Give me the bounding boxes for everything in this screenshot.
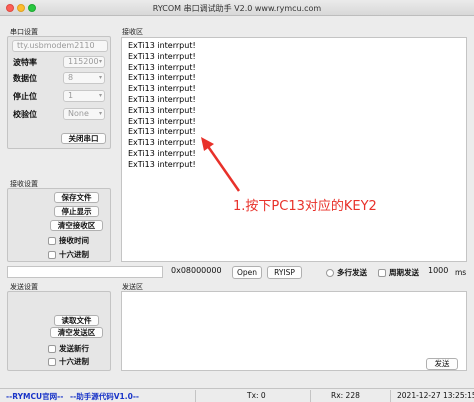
stop-display-button[interactable]: 停止显示 xyxy=(54,206,99,217)
send-textarea[interactable]: 发送 xyxy=(121,291,467,371)
receive-line: ExTi13 interrput! xyxy=(128,105,196,115)
period-unit: ms xyxy=(455,268,467,277)
receive-line: ExTi13 interrput! xyxy=(128,51,196,61)
chevron-down-icon: ▾ xyxy=(98,58,102,65)
receive-hex-checkbox[interactable]: 十六进制 xyxy=(48,249,89,260)
close-port-button[interactable]: 关闭串口 xyxy=(61,133,106,144)
baud-label: 波特率 xyxy=(13,58,37,67)
receive-line: ExTi13 interrput! xyxy=(128,94,196,104)
receive-line: ExTi13 interrput! xyxy=(128,116,196,126)
window-title: RYCOM 串口调试助手 V2.0 www.rymcu.com xyxy=(152,4,322,13)
status-bar: --RYMCU官网-- --助手源代码V1.0-- Tx: 0 Rx: 228 … xyxy=(0,388,474,402)
source-code-link[interactable]: --助手源代码V1.0-- xyxy=(70,391,139,402)
receive-line: ExTi13 interrput! xyxy=(128,148,196,158)
send-hex-checkbox[interactable]: 十六进制 xyxy=(48,356,89,367)
serial-settings-panel: tty.usbmodem2110 波特率 115200 ▾ 数据位 8 ▾ 停止位 … xyxy=(7,36,111,149)
periodic-send-checkbox[interactable]: 周期发送 xyxy=(378,267,419,278)
receive-line: ExTi13 interrput! xyxy=(128,62,196,72)
window-titlebar: RYCOM 串口调试助手 V2.0 www.rymcu.com xyxy=(0,0,474,16)
receive-line: ExTi13 interrput! xyxy=(128,127,196,137)
receive-textarea[interactable]: ExTi13 interrput! ExTi13 interrput! ExTi13… xyxy=(121,37,467,262)
receive-settings-panel: 保存文件 停止显示 清空接收区 接收时间 十六进制 xyxy=(7,188,111,262)
receive-line: ExTi13 interrput! xyxy=(128,84,196,94)
send-newline-checkbox[interactable]: 发送新行 xyxy=(48,343,89,354)
receive-line: ExTi13 interrput! xyxy=(128,73,196,83)
multi-send-radio[interactable]: 多行发送 xyxy=(326,267,367,278)
rx-count: Rx: 228 xyxy=(331,391,360,400)
open-button[interactable]: Open xyxy=(232,266,262,279)
receive-time-checkbox[interactable]: 接收时间 xyxy=(48,235,89,246)
receive-area-label: 接收区 xyxy=(122,28,143,36)
data-bits-select[interactable]: 8 ▾ xyxy=(63,72,105,84)
receive-line: ExTi13 interrput! xyxy=(128,41,196,50)
stop-bits-select[interactable]: 1 ▾ xyxy=(63,90,105,102)
data-bits-label: 数据位 xyxy=(13,74,37,83)
annotation-text: 1.按下PC13对应的KEY2 xyxy=(233,199,377,214)
chevron-down-icon: ▾ xyxy=(98,110,102,117)
chevron-down-icon: ▾ xyxy=(98,74,102,81)
receive-lines: ExTi13 interrput! ExTi13 interrput! ExTi13… xyxy=(128,41,196,171)
website-link[interactable]: --RYMCU官网-- xyxy=(6,391,63,402)
read-file-button[interactable]: 读取文件 xyxy=(54,315,99,326)
send-button[interactable]: 发送 xyxy=(426,358,458,370)
address-input[interactable]: 0x08000000 xyxy=(168,266,228,278)
period-input[interactable]: 1000 xyxy=(425,266,451,278)
datetime: 2021-12-27 13:25:15 xyxy=(397,391,474,400)
clear-receive-button[interactable]: 清空接收区 xyxy=(50,220,103,231)
save-file-button[interactable]: 保存文件 xyxy=(54,192,99,203)
clear-send-button[interactable]: 清空发送区 xyxy=(50,327,103,338)
parity-select[interactable]: None ▾ xyxy=(63,108,105,120)
file-path-input[interactable] xyxy=(7,266,163,278)
ryisp-button[interactable]: RYISP xyxy=(267,266,302,279)
receive-line: ExTi13 interrput! xyxy=(128,159,196,169)
stop-bits-label: 停止位 xyxy=(13,92,37,101)
send-settings-panel: 读取文件 清空发送区 发送新行 十六进制 xyxy=(7,291,111,371)
parity-label: 校验位 xyxy=(13,110,37,119)
baud-select[interactable]: 115200 ▾ xyxy=(63,56,105,68)
chevron-down-icon: ▾ xyxy=(98,92,102,99)
receive-line: ExTi13 interrput! xyxy=(128,138,196,148)
annotation-arrow-icon xyxy=(201,137,241,192)
port-select[interactable]: tty.usbmodem2110 xyxy=(12,40,108,52)
tx-count: Tx: 0 xyxy=(247,391,266,400)
